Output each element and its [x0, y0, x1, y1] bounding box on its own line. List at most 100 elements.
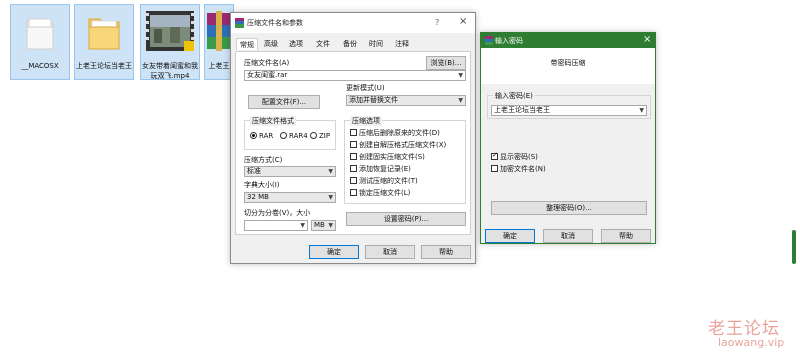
archive-name-label: 压缩文件名(A) [244, 59, 290, 67]
update-mode-label: 更新模式(U) [346, 84, 385, 92]
tab-backup[interactable]: 备份 [338, 38, 362, 50]
help-button[interactable]: 帮助 [421, 245, 471, 259]
chevron-down-icon: ▼ [458, 72, 463, 79]
desktop-icon-label: 上老王论坛当老王 [76, 62, 132, 70]
folder-icon [26, 18, 54, 50]
tab-comment[interactable]: 注释 [390, 38, 414, 50]
close-icon[interactable]: × [643, 34, 651, 45]
checkbox-label: 创建固实压缩文件(S) [359, 153, 425, 161]
help-button[interactable]: 帮助 [601, 229, 651, 243]
radio-label: ZIP [319, 132, 331, 140]
tab-advanced[interactable]: 高级 [260, 38, 282, 50]
checkbox-icon [491, 165, 498, 172]
method-value: 标准 [247, 167, 261, 175]
radio-label: RAR [259, 132, 274, 140]
show-password-checkbox[interactable]: 显示密码(S) [491, 151, 538, 162]
scroll-indicator[interactable] [792, 230, 796, 264]
general-tab-page: 压缩文件名(A) 浏览(B)... 女友闺蜜.rar ▼ 配置文件(F)... … [235, 51, 471, 235]
checkbox-icon [350, 177, 357, 184]
method-label: 压缩方式(C) [244, 156, 283, 164]
titlebar: 压缩文件名和参数 ? × [231, 13, 475, 33]
dialog-title: 压缩文件名和参数 [247, 19, 303, 27]
dialog-title: 输入密码 [495, 37, 523, 45]
checkbox-label: 创建自解压格式压缩文件(X) [359, 141, 447, 149]
option-test[interactable]: 测试压缩的文件(T) [350, 177, 418, 186]
method-select[interactable]: 标准 ▼ [244, 166, 336, 177]
checkbox-label: 测试压缩的文件(T) [359, 177, 418, 185]
desktop-icon-label: 女友带着闺蜜和我玩双飞.mp4 [142, 62, 198, 80]
video-thumbnail-icon [146, 11, 194, 51]
radio-icon [280, 132, 287, 139]
option-lock[interactable]: 锁定压缩文件(L) [350, 189, 410, 198]
chevron-down-icon: ▼ [639, 107, 644, 114]
checkbox-icon [350, 129, 357, 136]
group-title: 输入密码(E) [493, 91, 535, 101]
checkbox-icon [350, 189, 357, 196]
archive-parameters-dialog: 压缩文件名和参数 ? × 常规 高级 选项 文件 备份 时间 注释 压缩文件名(… [230, 12, 476, 264]
ok-button[interactable]: 确定 [309, 245, 359, 259]
checkbox-label: 压缩后删除原来的文件(D) [359, 129, 440, 137]
checkbox-icon [350, 153, 357, 160]
checkbox-icon [350, 165, 357, 172]
archive-options-group: 压缩选项 压缩后删除原来的文件(D) 创建自解压格式压缩文件(X) 创建固实压缩… [344, 116, 466, 204]
encrypt-filenames-checkbox[interactable]: 加密文件名(N) [491, 165, 546, 174]
browse-button[interactable]: 浏览(B)... [426, 56, 466, 70]
chevron-down-icon: ▼ [328, 194, 333, 201]
desktop-icon-label: 上老王 [208, 62, 230, 70]
checkbox-icon [350, 141, 357, 148]
folder-icon [88, 18, 120, 50]
desktop-icon-label: __MACOSX [21, 62, 59, 70]
option-sfx[interactable]: 创建自解压格式压缩文件(X) [350, 141, 446, 150]
desktop-icon-macosx[interactable]: __MACOSX [10, 4, 70, 80]
watermark-url: laowang.vip [718, 336, 785, 349]
radio-label: RAR4 [289, 132, 308, 140]
format-rar-radio[interactable]: RAR [250, 132, 273, 141]
option-solid[interactable]: 创建固实压缩文件(S) [350, 153, 425, 162]
archive-name-input[interactable]: 女友闺蜜.rar ▼ [244, 70, 466, 81]
tab-general[interactable]: 常规 [236, 38, 258, 50]
archive-format-group: 压缩文件格式 RAR RAR4 ZIP [244, 116, 336, 150]
tab-files[interactable]: 文件 [311, 38, 335, 50]
group-title: 压缩文件格式 [250, 116, 296, 126]
close-icon[interactable]: × [459, 16, 467, 27]
dictionary-label: 字典大小(I) [244, 181, 280, 189]
ok-button[interactable]: 确定 [485, 229, 535, 243]
checkbox-checked-icon [491, 151, 498, 160]
update-mode-select[interactable]: 添加并替换文件 ▼ [346, 95, 466, 106]
cancel-button[interactable]: 取消 [543, 229, 593, 243]
chevron-down-icon: ▼ [300, 222, 305, 229]
cancel-button[interactable]: 取消 [365, 245, 415, 259]
radio-icon [310, 132, 317, 139]
chevron-down-icon: ▼ [458, 97, 463, 104]
help-icon[interactable]: ? [435, 18, 439, 27]
password-dialog: 输入密码 × 带密码压缩 输入密码(E) 上老王论坛当老王 ▼ 显示密码(S) … [480, 32, 656, 244]
checkbox-label: 显示密码(S) [500, 153, 538, 161]
tab-time[interactable]: 时间 [364, 38, 388, 50]
organize-passwords-button[interactable]: 整理密码(O)... [491, 201, 647, 215]
winrar-archive-icon [207, 11, 231, 51]
format-rar4-radio[interactable]: RAR4 [280, 132, 308, 141]
split-size-input[interactable]: ▼ [244, 220, 308, 231]
winrar-icon [235, 18, 244, 28]
chevron-down-icon: ▼ [328, 222, 333, 229]
group-title: 压缩选项 [350, 116, 382, 126]
profiles-button[interactable]: 配置文件(F)... [248, 95, 320, 109]
password-input[interactable]: 上老王论坛当老王 ▼ [491, 105, 647, 116]
split-unit-select[interactable]: MB ▼ [311, 220, 336, 231]
tab-strip: 常规 高级 选项 文件 备份 时间 注释 [233, 38, 473, 51]
password-value: 上老王论坛当老王 [494, 106, 550, 114]
set-password-button[interactable]: 设置密码(P)... [346, 212, 466, 226]
option-delete-after[interactable]: 压缩后删除原来的文件(D) [350, 129, 440, 138]
desktop-icon-folder-laowang[interactable]: 上老王论坛当老王 [74, 4, 134, 80]
format-zip-radio[interactable]: ZIP [310, 132, 330, 141]
titlebar: 输入密码 × [481, 33, 655, 48]
checkbox-label: 添加恢复记录(E) [359, 165, 411, 173]
update-mode-value: 添加并替换文件 [349, 96, 398, 104]
checkbox-label: 加密文件名(N) [500, 165, 546, 173]
dialog-subtitle: 带密码压缩 [550, 59, 586, 67]
option-recovery-record[interactable]: 添加恢复记录(E) [350, 165, 411, 174]
tab-options[interactable]: 选项 [284, 38, 308, 50]
radio-selected-icon [250, 132, 257, 139]
dictionary-select[interactable]: 32 MB ▼ [244, 192, 336, 203]
desktop-icon-video[interactable]: 女友带着闺蜜和我玩双飞.mp4 [140, 4, 200, 80]
